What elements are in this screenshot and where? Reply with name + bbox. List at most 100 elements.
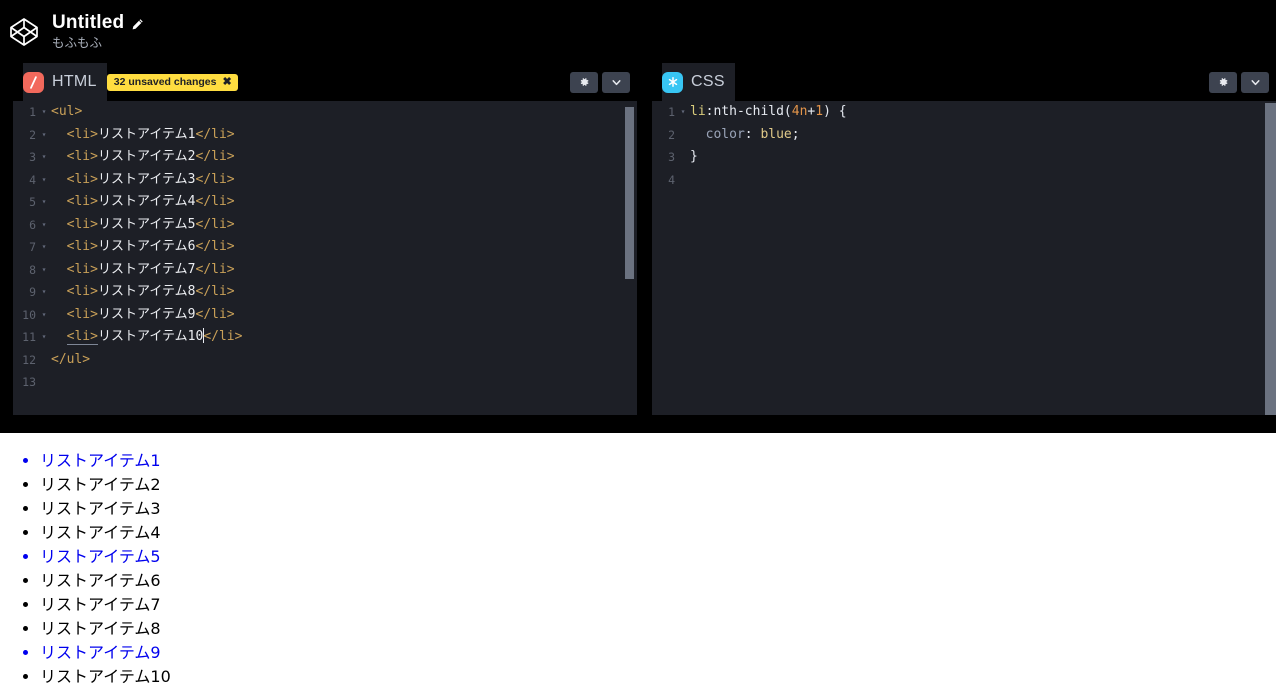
code-token: ; — [791, 126, 800, 142]
html-header-buttons — [570, 71, 630, 93]
unsaved-changes-label: 32 unsaved changes — [113, 75, 217, 88]
gear-icon[interactable] — [1209, 71, 1237, 93]
code-line[interactable]: 2 color: blue; — [652, 124, 1276, 147]
code-token: <li> — [66, 329, 98, 345]
code-token: リストアイテム7 — [97, 261, 196, 277]
code-line[interactable]: 13 — [13, 371, 637, 394]
list-item: リストアイテム10 — [40, 665, 1276, 689]
line-number: 5 — [29, 195, 36, 209]
unsaved-changes-badge[interactable]: 32 unsaved changes ✖ — [106, 73, 238, 91]
code-line[interactable]: 6 ▾ <li>リストアイテム5</li> — [13, 214, 637, 237]
editor-preview-divider[interactable] — [0, 415, 1276, 433]
line-number: 11 — [22, 330, 36, 344]
line-number: 10 — [22, 307, 36, 322]
code-text: <li>リストアイテム4</li> — [51, 191, 637, 214]
fold-toggle-icon[interactable]: ▾ — [37, 146, 51, 169]
code-text: color: blue; — [690, 124, 1276, 147]
html-slash-icon — [23, 71, 44, 93]
page-title[interactable]: Untitled — [52, 12, 124, 34]
code-text: </ul> — [51, 349, 637, 372]
fold-toggle-icon[interactable]: ▾ — [37, 259, 51, 282]
code-line[interactable]: 1 ▾ li:nth-child(4n+1) { — [652, 101, 1276, 124]
code-line[interactable]: 9 ▾ <li>リストアイテム8</li> — [13, 281, 637, 304]
code-token: 1 — [815, 104, 824, 119]
list-item: リストアイテム8 — [40, 617, 1276, 641]
code-token: </li> — [195, 216, 235, 232]
code-token: リストアイテム1 — [97, 126, 196, 142]
code-token: <li> — [66, 149, 98, 164]
fold-toggle-icon[interactable]: ▾ — [37, 169, 51, 192]
top-bar: Untitled もふもふ — [0, 0, 1276, 63]
code-line[interactable]: 3} — [652, 146, 1276, 169]
code-token: </li> — [195, 126, 235, 142]
chevron-down-icon[interactable] — [602, 71, 630, 93]
css-editor-scrollbar[interactable] — [1265, 103, 1276, 415]
gear-icon[interactable] — [570, 71, 598, 93]
html-lang-chip[interactable]: HTML — [23, 63, 107, 101]
code-token: </li> — [195, 171, 235, 187]
html-editor-scrollbar[interactable] — [625, 107, 634, 279]
html-lang-label: HTML — [52, 73, 97, 90]
code-line[interactable]: 11 ▾ <li>リストアイテム10</li> — [13, 326, 637, 349]
code-line[interactable]: 4 ▾ <li>リストアイテム3</li> — [13, 169, 637, 192]
code-token: </li> — [195, 149, 235, 164]
html-pane-header: HTML 32 unsaved changes ✖ — [13, 63, 637, 101]
chevron-down-icon[interactable] — [1241, 71, 1269, 93]
code-text: <ul> — [51, 101, 637, 124]
code-line[interactable]: 12 </ul> — [13, 349, 637, 372]
list-item: リストアイテム1 — [40, 449, 1276, 473]
fold-toggle-icon[interactable]: ▾ — [37, 191, 51, 214]
line-number: 2 — [29, 127, 36, 142]
fold-toggle-icon[interactable]: ▾ — [37, 304, 51, 327]
code-line[interactable]: 10 ▾ <li>リストアイテム9</li> — [13, 304, 637, 327]
list-item: リストアイテム9 — [40, 641, 1276, 665]
pencil-icon[interactable] — [131, 18, 144, 31]
list-item: リストアイテム3 — [40, 497, 1276, 521]
list-item: リストアイテム5 — [40, 545, 1276, 569]
code-text: <li>リストアイテム6</li> — [51, 236, 637, 259]
fold-toggle-icon[interactable]: ▾ — [37, 236, 51, 259]
code-line[interactable]: 1 ▾ <ul> — [13, 101, 637, 124]
line-number: 3 — [29, 150, 36, 164]
code-token: blue — [760, 126, 792, 142]
line-number: 7 — [29, 240, 36, 254]
header-backdrop — [652, 63, 1276, 101]
code-token: : — [744, 126, 761, 142]
code-line[interactable]: 3 ▾ <li>リストアイテム2</li> — [13, 146, 637, 169]
css-code-area[interactable]: 1 ▾ li:nth-child(4n+1) {2 color: blue; 3} 4 — [652, 101, 1276, 415]
code-token: <li> — [66, 194, 98, 209]
list-item: リストアイテム7 — [40, 593, 1276, 617]
fold-toggle-icon[interactable]: ▾ — [37, 326, 51, 349]
pen-meta: Untitled もふもふ — [52, 12, 144, 51]
close-icon[interactable]: ✖ — [222, 76, 231, 88]
preview-list: リストアイテム1リストアイテム2リストアイテム3リストアイテム4リストアイテム5… — [0, 449, 1276, 689]
code-token: リストアイテム9 — [97, 306, 196, 322]
fold-toggle-icon[interactable]: ▾ — [37, 214, 51, 237]
code-line[interactable]: 7 ▾ <li>リストアイテム6</li> — [13, 236, 637, 259]
code-token: <li> — [66, 261, 98, 277]
code-token: 4n — [791, 104, 808, 119]
code-line[interactable]: 4 — [652, 169, 1276, 192]
html-code-area[interactable]: 1 ▾ <ul> 2 ▾ <li>リストアイテム1</li> 3 ▾ <li>リストアイテム… — [13, 101, 637, 415]
fold-toggle-icon[interactable]: ▾ — [37, 101, 51, 124]
line-number: 9 — [29, 285, 36, 299]
codepen-logo-icon[interactable] — [6, 14, 42, 50]
code-text: <li>リストアイテム5</li> — [51, 214, 637, 237]
code-token: リストアイテム5 — [97, 216, 196, 232]
author-name[interactable]: もふもふ — [52, 35, 144, 51]
preview-pane: リストアイテム1リストアイテム2リストアイテム3リストアイテム4リストアイテム5… — [0, 433, 1276, 694]
code-line[interactable]: 2 ▾ <li>リストアイテム1</li> — [13, 124, 637, 147]
code-token: リストアイテム3 — [97, 171, 196, 187]
fold-toggle-icon[interactable]: ▾ — [676, 101, 690, 124]
list-item: リストアイテム6 — [40, 569, 1276, 593]
code-line[interactable]: 8 ▾ <li>リストアイテム7</li> — [13, 259, 637, 282]
fold-toggle-icon[interactable]: ▾ — [37, 124, 51, 147]
code-line[interactable]: 5 ▾ <li>リストアイテム4</li> — [13, 191, 637, 214]
code-token: リストアイテム4 — [97, 194, 196, 209]
code-token: </li> — [195, 194, 235, 209]
fold-toggle-icon[interactable]: ▾ — [37, 281, 51, 304]
css-lang-chip[interactable]: CSS — [662, 63, 735, 101]
